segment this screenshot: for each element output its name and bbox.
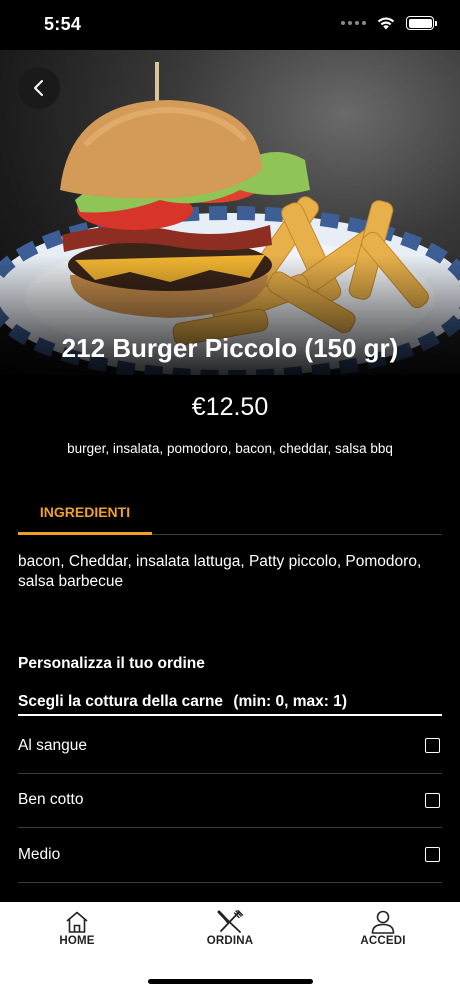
nav-ordina[interactable]: ORDINA <box>175 910 285 947</box>
option-label: Al sangue <box>18 736 87 754</box>
home-indicator <box>148 979 313 984</box>
customize-title: Personalizza il tuo ordine <box>18 655 205 672</box>
option-al-sangue[interactable]: Al sangue <box>18 719 442 774</box>
status-bar: 5:54 <box>0 0 460 50</box>
product-description: burger, insalata, pomodoro, bacon, chedd… <box>67 441 393 456</box>
nav-accedi-label: ACCEDI <box>360 935 406 947</box>
status-time: 5:54 <box>44 14 82 34</box>
product-price: €12.50 <box>191 393 269 421</box>
battery-icon <box>406 16 437 30</box>
back-button[interactable] <box>18 67 60 109</box>
checkbox[interactable] <box>425 792 440 808</box>
nav-home[interactable]: HOME <box>22 910 132 947</box>
utensils-icon <box>217 910 244 933</box>
option-list: Al sangue Ben cotto Medio <box>18 719 442 883</box>
checkbox[interactable] <box>425 738 440 754</box>
nav-ordina-label: ORDINA <box>206 935 254 947</box>
status-icons <box>341 16 437 30</box>
option-ben-cotto[interactable]: Ben cotto <box>18 774 442 828</box>
chevron-left-icon <box>34 80 43 96</box>
nav-accedi[interactable]: ACCEDI <box>328 910 438 947</box>
nav-home-label: HOME <box>59 935 95 947</box>
option-medio[interactable]: Medio <box>18 828 442 883</box>
option-group-limits: (min: 0, max: 1) <box>233 693 348 710</box>
signal-dots-icon <box>341 21 366 25</box>
option-label: Ben cotto <box>18 791 84 809</box>
checkbox[interactable] <box>425 847 440 863</box>
tab-ingredienti[interactable]: INGREDIENTI <box>18 501 152 535</box>
option-group-header: Scegli la cottura della carne (min: 0, m… <box>18 683 442 716</box>
tab-bar: INGREDIENTI <box>18 501 442 535</box>
product-title: 212 Burger Piccolo (150 gr) <box>61 333 399 363</box>
ingredients-text: bacon, Cheddar, insalata lattuga, Patty … <box>18 553 422 590</box>
home-icon <box>66 911 88 933</box>
user-icon <box>371 910 395 934</box>
wifi-icon <box>377 17 395 30</box>
option-group-name: Scegli la cottura della carne <box>18 693 224 710</box>
option-label: Medio <box>18 845 61 863</box>
product-image <box>0 50 460 375</box>
